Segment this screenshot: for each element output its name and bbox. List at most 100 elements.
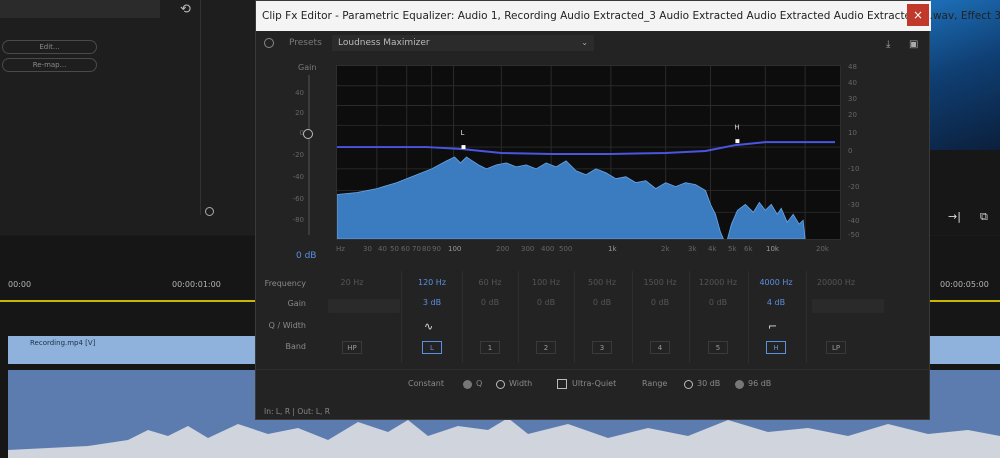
timecode-1s: 00:00:01:00 bbox=[172, 280, 221, 289]
band-gain[interactable]: 0 dB bbox=[464, 298, 516, 307]
gain-tick: -20 bbox=[292, 151, 304, 159]
ultra-quiet-checkbox[interactable] bbox=[557, 379, 567, 389]
source-panel-header bbox=[0, 0, 160, 18]
right-tick: -50 bbox=[848, 231, 860, 239]
band-toggle-1[interactable]: 1 bbox=[480, 341, 500, 354]
range-96db-radio[interactable] bbox=[735, 380, 744, 389]
right-tick: 20 bbox=[848, 111, 857, 119]
presets-dropdown[interactable]: Loudness Maximizer ⌄ bbox=[332, 35, 594, 51]
freq-tick: 70 bbox=[412, 245, 421, 253]
window-titlebar[interactable]: Clip Fx Editor - Parametric Equalizer: A… bbox=[256, 1, 1000, 31]
right-tick: 0 bbox=[848, 147, 853, 155]
freq-tick: 500 bbox=[559, 245, 573, 253]
band-lp: 20000 Hz LP bbox=[810, 271, 884, 363]
right-tick: 10 bbox=[848, 129, 857, 137]
band-frequency[interactable]: 4000 Hz bbox=[750, 278, 802, 287]
io-routing-label: In: L, R | Out: L, R bbox=[264, 407, 330, 416]
constant-width-label: Width bbox=[509, 379, 533, 388]
band-frequency[interactable]: 1500 Hz bbox=[634, 278, 686, 287]
band-frequency[interactable]: 20 Hz bbox=[326, 278, 378, 287]
power-icon[interactable] bbox=[264, 38, 274, 48]
gain-tick: 40 bbox=[295, 89, 304, 97]
remap-button[interactable]: Re-map... bbox=[2, 58, 97, 72]
low-shelf-handle bbox=[461, 145, 466, 150]
source-panel bbox=[0, 0, 255, 235]
master-gain-slider[interactable] bbox=[308, 75, 310, 235]
freq-tick: 6k bbox=[744, 245, 753, 253]
gain-tick: -60 bbox=[292, 195, 304, 203]
freq-tick: 5k bbox=[728, 245, 737, 253]
band-toggle-low[interactable]: L bbox=[422, 341, 442, 354]
hp-slope-select[interactable] bbox=[328, 299, 400, 313]
right-tick: 48 bbox=[848, 63, 857, 71]
row-label-frequency: Frequency bbox=[264, 279, 306, 288]
band-gain[interactable]: 0 dB bbox=[692, 298, 744, 307]
band-toggle-lp[interactable]: LP bbox=[826, 341, 846, 354]
band-frequency[interactable]: 60 Hz bbox=[464, 278, 516, 287]
freq-tick: 300 bbox=[521, 245, 535, 253]
timecode-5s: 00:00:05:00 bbox=[940, 280, 989, 289]
save-preset-icon[interactable]: ⤓ bbox=[886, 39, 898, 50]
band-toggle-2[interactable]: 2 bbox=[536, 341, 556, 354]
high-shelf-icon[interactable]: ⌐ bbox=[768, 320, 777, 333]
delete-preset-icon[interactable]: ▣ bbox=[909, 39, 921, 50]
lp-slope-select[interactable] bbox=[812, 299, 884, 313]
freq-tick: 60 bbox=[401, 245, 410, 253]
column-divider bbox=[518, 271, 519, 363]
band-frequency[interactable]: 100 Hz bbox=[520, 278, 572, 287]
right-tick: 30 bbox=[848, 95, 857, 103]
column-divider bbox=[462, 271, 463, 363]
edit-button[interactable]: Edit... bbox=[2, 40, 97, 54]
master-gain-knob[interactable] bbox=[303, 129, 313, 139]
band-2: 100 Hz 0 dB 2 bbox=[520, 271, 572, 363]
timecode-start: 00:00 bbox=[8, 280, 32, 289]
constant-width-radio[interactable] bbox=[496, 380, 505, 389]
band-gain[interactable]: 0 dB bbox=[520, 298, 572, 307]
freq-tick: 10k bbox=[766, 245, 779, 253]
band-3: 500 Hz 0 dB 3 bbox=[576, 271, 628, 363]
freq-tick: 1k bbox=[608, 245, 617, 253]
range-30db-radio[interactable] bbox=[684, 380, 693, 389]
band-toggle-hp[interactable]: HP bbox=[342, 341, 362, 354]
high-shelf-handle bbox=[735, 139, 740, 144]
band-1: 60 Hz 0 dB 1 bbox=[464, 271, 516, 363]
band-toggle-5[interactable]: 5 bbox=[708, 341, 728, 354]
band-gain[interactable]: 0 dB bbox=[576, 298, 628, 307]
band-frequency[interactable]: 120 Hz bbox=[406, 278, 458, 287]
ultra-quiet-label: Ultra-Quiet bbox=[572, 379, 617, 388]
column-divider bbox=[806, 271, 807, 363]
column-divider bbox=[401, 271, 402, 363]
low-shelf-icon[interactable]: ∿ bbox=[424, 320, 433, 333]
close-button[interactable]: × bbox=[907, 4, 929, 26]
constant-q-radio[interactable] bbox=[463, 380, 472, 389]
master-gain-value[interactable]: 0 dB bbox=[296, 251, 316, 261]
program-monitor-controls: →| ⧉ bbox=[930, 150, 1000, 235]
presets-label: Presets bbox=[289, 38, 322, 48]
freq-tick: 20k bbox=[816, 245, 829, 253]
band-gain[interactable]: 3 dB bbox=[406, 298, 458, 307]
scroll-knob[interactable] bbox=[205, 207, 214, 216]
freq-tick: 4k bbox=[708, 245, 717, 253]
freq-tick: 90 bbox=[432, 245, 441, 253]
band-toggle-4[interactable]: 4 bbox=[650, 341, 670, 354]
band-toggle-3[interactable]: 3 bbox=[592, 341, 612, 354]
band-frequency[interactable]: 500 Hz bbox=[576, 278, 628, 287]
range-96db-label: 96 dB bbox=[748, 379, 772, 388]
undo-icon[interactable]: ⟲ bbox=[180, 2, 191, 17]
gain-label: Gain bbox=[298, 63, 317, 72]
range-30db-label: 30 dB bbox=[697, 379, 721, 388]
band-low: 120 Hz 3 dB ∿ L bbox=[406, 271, 458, 363]
gain-tick: 20 bbox=[295, 109, 304, 117]
freq-tick: 2k bbox=[661, 245, 670, 253]
step-forward-icon[interactable]: →| bbox=[948, 210, 961, 223]
eq-graph[interactable]: L H bbox=[336, 65, 841, 240]
export-frame-icon[interactable]: ⧉ bbox=[980, 210, 988, 224]
panel-divider bbox=[200, 0, 201, 215]
band-frequency[interactable]: 12000 Hz bbox=[692, 278, 744, 287]
band-gain[interactable]: 0 dB bbox=[634, 298, 686, 307]
band-gain[interactable]: 4 dB bbox=[750, 298, 802, 307]
column-divider bbox=[748, 271, 749, 363]
band-frequency[interactable]: 20000 Hz bbox=[810, 278, 862, 287]
freq-tick: Hz bbox=[336, 245, 345, 253]
band-toggle-high[interactable]: H bbox=[766, 341, 786, 354]
